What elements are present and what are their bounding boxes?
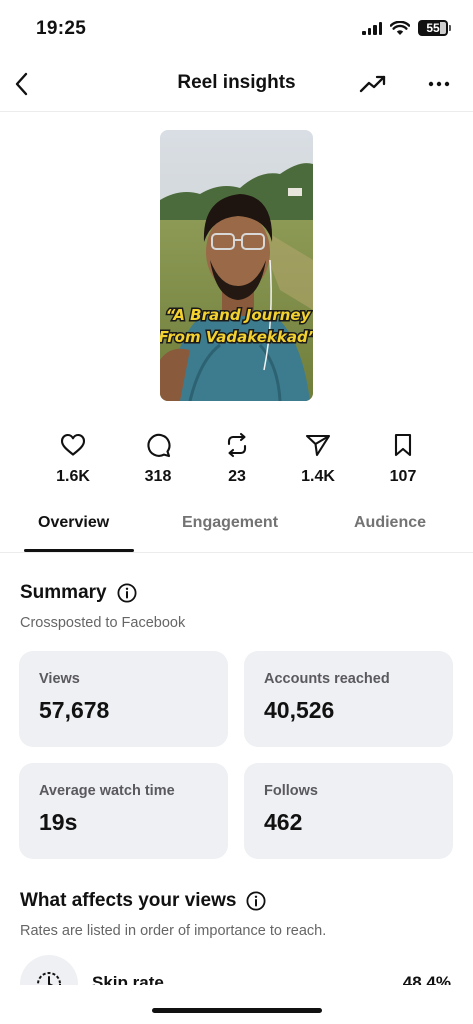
comment-icon — [147, 433, 171, 458]
home-indicator[interactable] — [152, 1008, 322, 1013]
affect-icon-bg — [20, 955, 78, 985]
skip-rate-label: Skip rate — [92, 973, 164, 985]
reel-thumbnail[interactable]: “A Brand Journey “A Brand Journey From V… — [160, 130, 313, 401]
accounts-reached-label: Accounts reached — [264, 671, 390, 687]
tab-engagement[interactable]: Engagement — [182, 514, 278, 532]
saves-metric[interactable]: 107 — [363, 430, 443, 486]
shares-metric[interactable]: 1.4K — [278, 430, 358, 486]
trending-up-icon — [359, 75, 386, 93]
tab-audience[interactable]: Audience — [354, 514, 426, 532]
affects-title: What affects your views — [20, 890, 237, 911]
saves-count: 107 — [389, 468, 417, 485]
affects-subtitle: Rates are listed in order of importance … — [20, 923, 327, 939]
reel-caption-line2: From Vadakekkad” — [160, 328, 313, 346]
cellular-signal-icon — [362, 21, 382, 35]
follows-card: Follows 462 — [244, 763, 453, 859]
summary-heading: Summary — [20, 582, 137, 604]
follows-label: Follows — [264, 783, 318, 799]
summary-title: Summary — [20, 582, 107, 603]
comments-metric[interactable]: 318 — [118, 430, 198, 486]
reposts-count: 23 — [228, 468, 246, 485]
views-label: Views — [39, 671, 80, 687]
trends-button[interactable] — [356, 70, 390, 98]
average-watch-time-value: 19s — [39, 809, 78, 835]
likes-count: 1.6K — [56, 468, 90, 485]
reposts-metric[interactable]: 23 — [197, 430, 277, 486]
nav-bar: Reel insights — [0, 56, 473, 112]
summary-subtitle: Crossposted to Facebook — [20, 615, 186, 631]
reel-caption-line1: “A Brand Journey — [166, 306, 312, 324]
bookmark-icon — [394, 433, 412, 457]
status-time: 19:25 — [36, 18, 87, 39]
skip-rate-value: 48.4% — [402, 973, 451, 985]
timer-icon — [37, 972, 61, 985]
affects-heading: What affects your views — [20, 890, 266, 912]
status-icons: 55 — [362, 20, 451, 36]
accounts-reached-value: 40,526 — [264, 697, 335, 723]
page-title: Reel insights — [177, 72, 296, 93]
follows-value: 462 — [264, 809, 303, 835]
more-options-button[interactable] — [422, 70, 456, 98]
comments-count: 318 — [144, 468, 172, 485]
heart-icon — [60, 433, 86, 456]
info-icon[interactable] — [246, 891, 266, 911]
accounts-reached-card: Accounts reached 40,526 — [244, 651, 453, 747]
shares-count: 1.4K — [301, 468, 335, 485]
battery-level: 55 — [426, 21, 440, 35]
average-watch-time-card: Average watch time 19s — [19, 763, 228, 859]
wifi-icon — [390, 20, 410, 35]
insights-tabs: Overview Engagement Audience — [0, 500, 473, 553]
likes-metric[interactable]: 1.6K — [33, 430, 113, 486]
average-watch-time-label: Average watch time — [39, 783, 175, 799]
tab-overview[interactable]: Overview — [38, 514, 109, 532]
more-icon — [428, 81, 450, 87]
skip-rate-row[interactable]: Skip rate 48.4% — [0, 955, 473, 985]
share-icon — [305, 434, 331, 457]
views-card: Views 57,678 — [19, 651, 228, 747]
status-bar: 19:25 55 — [0, 0, 473, 56]
info-icon[interactable] — [117, 583, 137, 603]
active-tab-indicator — [24, 549, 134, 552]
views-value: 57,678 — [39, 697, 110, 723]
battery-icon: 55 — [418, 20, 451, 36]
repost-icon — [227, 432, 247, 458]
